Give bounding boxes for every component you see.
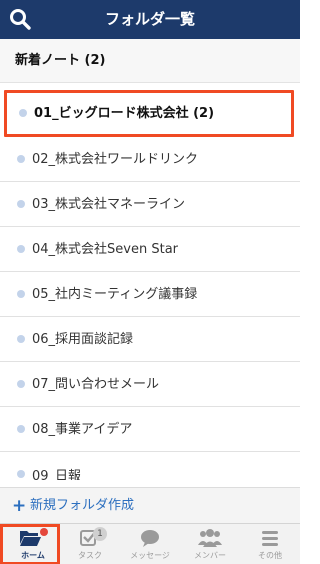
folder-label: 03_株式会社マネーライン [32,197,186,212]
new-folder-label: 新規フォルダ作成 [30,498,135,513]
folder-item[interactable]: 01_ビッグロード株式会社 (2) [4,90,294,137]
folder-item[interactable]: 03_株式会社マネーライン [0,182,300,227]
folder-dot-icon [17,470,25,478]
menu-icon [258,528,282,548]
folder-item[interactable]: 09_日報 [0,452,300,480]
tab-members[interactable]: メンバー [180,524,240,564]
tab-home[interactable]: ホーム [0,524,60,564]
folder-item[interactable]: 02_株式会社ワールドリンク [0,137,300,182]
tab-label: ホーム [21,551,45,560]
folder-label: 05_社内ミーティング議事録 [32,287,198,302]
tab-label: その他 [258,551,282,560]
new-folder-button[interactable]: + 新規フォルダ作成 [0,487,300,523]
new-notes-label: 新着ノート (2) [15,53,106,68]
folder-dot-icon [17,335,25,343]
folder-dot-icon [17,425,25,433]
folder-dot-icon [17,200,25,208]
folder-label: 04_株式会社Seven Star [32,242,179,257]
folder-open-icon [18,528,42,548]
folder-item[interactable]: 08_事業アイデア [0,407,300,452]
tab-tasks[interactable]: 1 タスク [60,524,120,564]
folder-label: 08_事業アイデア [32,422,133,437]
new-notes-section[interactable]: 新着ノート (2) [0,39,300,83]
folder-label: 09_日報 [32,469,82,480]
tab-label: メッセージ [130,551,170,560]
tab-other[interactable]: その他 [240,524,300,564]
folder-label: 06_採用面談記録 [32,332,134,347]
folder-item[interactable]: 04_株式会社Seven Star [0,227,300,272]
folder-dot-icon [19,109,27,117]
notification-dot [40,528,48,536]
tab-bar: ホーム 1 タスク メッセージ メンバー その他 [0,523,300,564]
folder-dot-icon [17,380,25,388]
folder-list: 01_ビッグロード株式会社 (2) 02_株式会社ワールドリンク 03_株式会社… [0,90,300,480]
task-count-badge: 1 [93,527,107,541]
page-title: フォルダ一覧 [104,10,195,28]
chat-icon [138,528,162,548]
folder-label: 02_株式会社ワールドリンク [32,152,199,167]
folder-item[interactable]: 07_問い合わせメール [0,362,300,407]
tab-messages[interactable]: メッセージ [120,524,180,564]
folder-label: 07_問い合わせメール [32,377,160,392]
tab-label: タスク [78,551,102,560]
app-header: フォルダ一覧 [0,0,300,39]
plus-icon: + [12,496,27,516]
folder-label: 01_ビッグロード株式会社 (2) [34,106,215,121]
tab-label: メンバー [194,551,226,560]
folder-dot-icon [17,245,25,253]
folder-item[interactable]: 06_採用面談記録 [0,317,300,362]
folder-item[interactable]: 05_社内ミーティング議事録 [0,272,300,317]
folder-dot-icon [17,155,25,163]
folder-dot-icon [17,290,25,298]
members-icon [198,528,222,548]
